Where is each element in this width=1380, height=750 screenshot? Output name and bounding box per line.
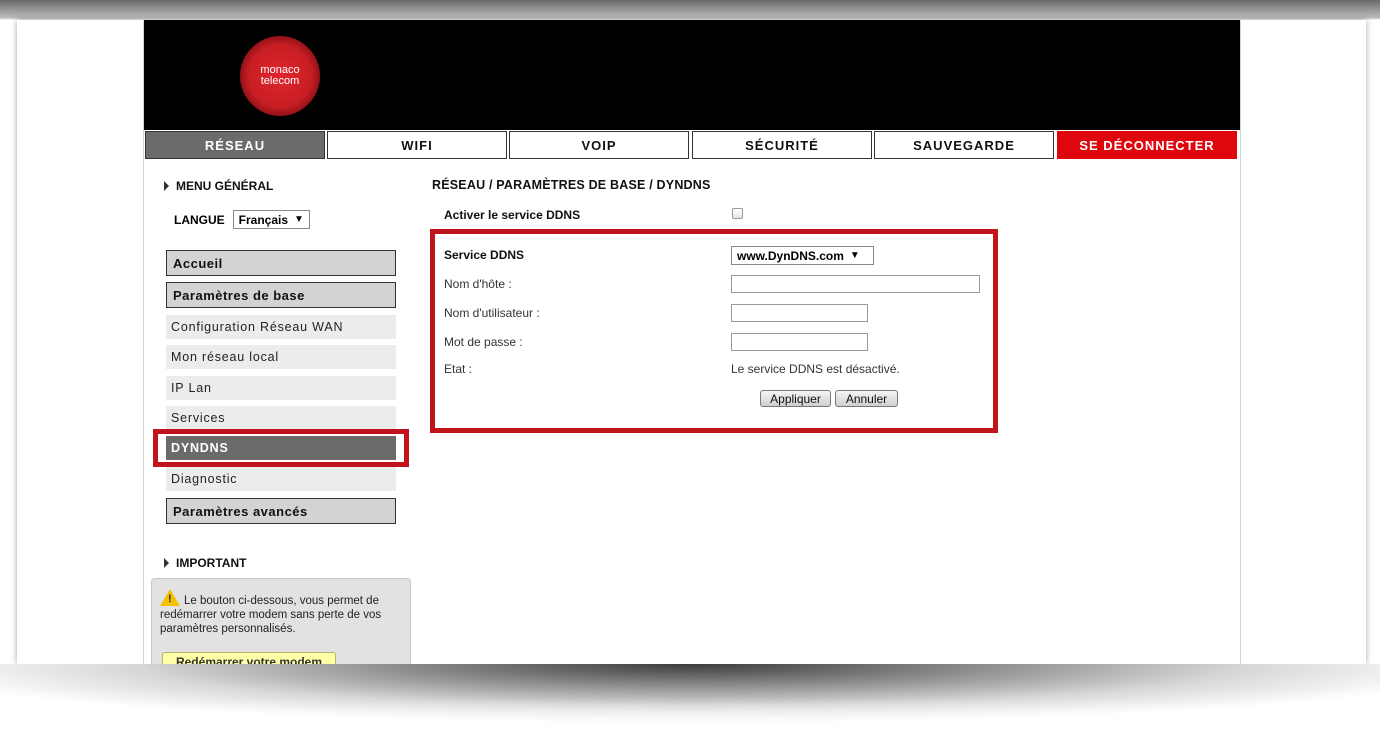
important-text: Le bouton ci-dessous, vous permet de red… — [160, 595, 382, 635]
activate-ddns-label: Activer le service DDNS — [444, 208, 581, 222]
service-ddns-label: Service DDNS — [444, 248, 525, 262]
language-label: LANGUE — [174, 212, 225, 227]
monaco-telecom-logo: monaco telecom — [240, 36, 320, 116]
sidebar-item-services[interactable]: Services — [166, 406, 396, 430]
sidebar-item-parametres-avances[interactable]: Paramètres avancés — [166, 498, 396, 524]
status-value: Le service DDNS est désactivé. — [731, 362, 900, 376]
important-notice: Le bouton ci-dessous, vous permet de red… — [151, 578, 411, 664]
sidebar-item-accueil[interactable]: Accueil — [166, 250, 396, 276]
tab-wifi[interactable]: WIFI — [327, 131, 507, 159]
important-heading: IMPORTANT — [164, 556, 246, 570]
service-ddns-select-value: www.DynDNS.com — [737, 248, 844, 263]
hostname-input[interactable] — [731, 275, 980, 293]
important-label: IMPORTANT — [176, 556, 247, 570]
language-select-value: Français — [238, 212, 289, 227]
tab-securite[interactable]: SÉCURITÉ — [692, 131, 872, 159]
menu-general-heading: MENU GÉNÉRAL — [164, 179, 273, 193]
restart-modem-button[interactable]: Redémarrer votre modem — [162, 652, 336, 664]
service-ddns-select[interactable]: www.DynDNS.com ▼ — [731, 246, 874, 265]
hostname-label: Nom d'hôte : — [444, 277, 512, 291]
triangle-right-icon — [164, 181, 169, 191]
apply-button[interactable]: Appliquer — [760, 390, 831, 407]
router-admin-page: monaco telecom RÉSEAU WIFI VOIP SÉCURITÉ… — [143, 20, 1241, 664]
breadcrumb: RÉSEAU / PARAMÈTRES DE BASE / DYNDNS — [432, 178, 711, 192]
cancel-button[interactable]: Annuler — [835, 390, 898, 407]
username-label: Nom d'utilisateur : — [444, 306, 540, 320]
logo-text-line2: telecom — [260, 75, 300, 87]
sidebar-item-reseau-local[interactable]: Mon réseau local — [166, 345, 396, 369]
tab-sauvegarde[interactable]: SAUVEGARDE — [874, 131, 1054, 159]
activate-ddns-checkbox[interactable] — [732, 208, 743, 219]
language-row: LANGUE Français ▼ — [174, 210, 310, 229]
status-label: Etat : — [444, 362, 473, 376]
dyndns-highlight-box — [153, 429, 409, 467]
menu-general-label: MENU GÉNÉRAL — [176, 179, 274, 193]
logout-button[interactable]: SE DÉCONNECTER — [1057, 131, 1237, 159]
password-label: Mot de passe : — [444, 335, 523, 349]
tab-reseau[interactable]: RÉSEAU — [145, 131, 325, 159]
dropdown-arrow-icon: ▼ — [849, 250, 860, 261]
sidebar-item-parametres-de-base[interactable]: Paramètres de base — [166, 282, 396, 308]
sidebar-item-configuration-wan[interactable]: Configuration Réseau WAN — [166, 315, 396, 339]
password-input[interactable] — [731, 333, 868, 351]
tab-voip[interactable]: VOIP — [509, 131, 689, 159]
top-navigation: RÉSEAU WIFI VOIP SÉCURITÉ SAUVEGARDE SE … — [144, 131, 1240, 161]
username-input[interactable] — [731, 304, 868, 322]
triangle-right-icon — [164, 558, 169, 568]
dropdown-arrow-icon: ▼ — [294, 214, 304, 225]
header-banner: monaco telecom — [144, 20, 1240, 130]
sidebar-item-diagnostic[interactable]: Diagnostic — [166, 467, 396, 491]
frame-fade — [0, 700, 1380, 750]
warning-icon — [160, 589, 180, 606]
sidebar-item-ip-lan[interactable]: IP Lan — [166, 376, 396, 400]
language-select[interactable]: Français ▼ — [232, 210, 310, 229]
